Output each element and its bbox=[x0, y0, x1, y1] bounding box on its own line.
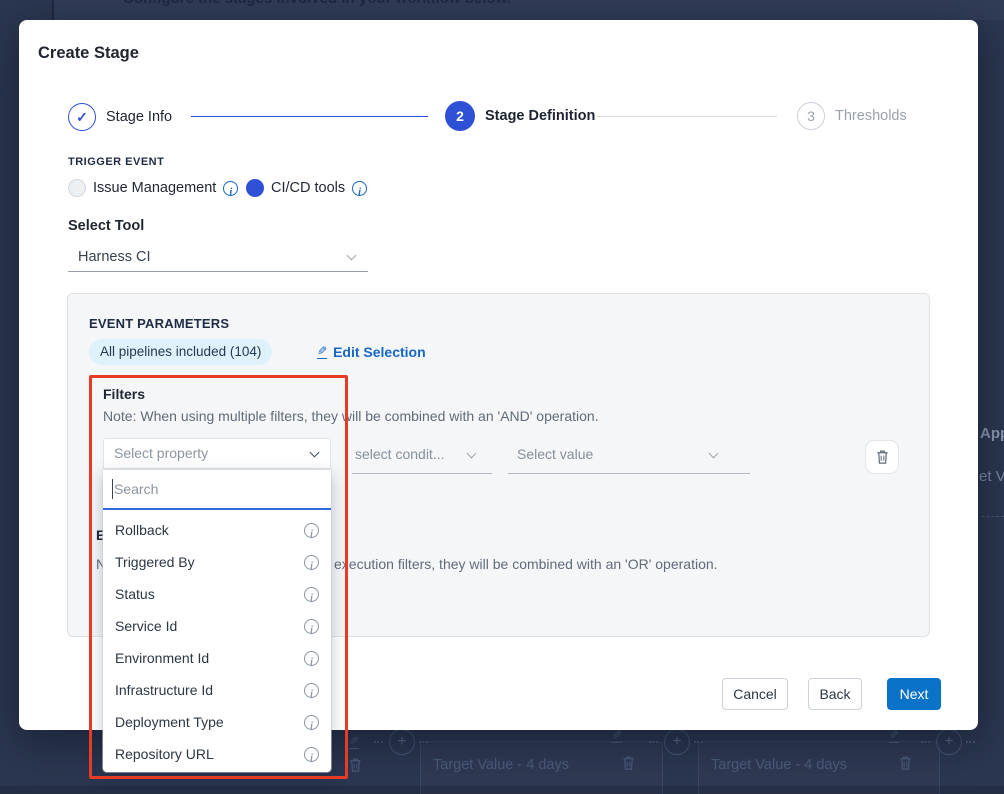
condition-select-underline bbox=[352, 473, 492, 474]
tool-select[interactable]: Harness CI bbox=[68, 244, 368, 272]
item-label: Rollback bbox=[115, 522, 169, 538]
info-icon[interactable] bbox=[352, 181, 367, 196]
background-right-text-fragment: et V bbox=[979, 468, 1004, 485]
item-label: Repository URL bbox=[115, 746, 214, 762]
info-icon[interactable] bbox=[304, 747, 319, 762]
step-number: 2 bbox=[445, 101, 475, 131]
item-label: Infrastructure Id bbox=[115, 682, 213, 698]
item-label: Status bbox=[115, 586, 155, 602]
item-label: Environment Id bbox=[115, 650, 209, 666]
info-icon[interactable] bbox=[304, 651, 319, 666]
dropdown-item-repository-url[interactable]: Repository URL bbox=[103, 738, 331, 770]
radio-icon-selected bbox=[246, 179, 264, 197]
chevron-down-icon bbox=[347, 251, 357, 261]
event-parameters-title: EVENT PARAMETERS bbox=[89, 316, 229, 331]
step-thresholds[interactable]: 3 Thresholds bbox=[797, 101, 907, 131]
dropdown-item-triggered-by[interactable]: Triggered By bbox=[103, 546, 331, 578]
next-button[interactable]: Next bbox=[887, 678, 941, 710]
stage-card-label: Target Value - 4 days bbox=[433, 757, 569, 773]
step-label: Stage Info bbox=[106, 109, 172, 125]
text-cursor bbox=[112, 479, 113, 499]
dropdown-item-status[interactable]: Status bbox=[103, 578, 331, 610]
background-dashed-line bbox=[982, 516, 1004, 517]
add-icon bbox=[664, 729, 690, 755]
background-heading-cutoff: Configure the stages involved in your wo… bbox=[123, 0, 511, 7]
screen: Configure the stages involved in your wo… bbox=[0, 0, 1004, 794]
background-top-strip: Configure the stages involved in your wo… bbox=[0, 0, 1004, 20]
trash-icon bbox=[621, 755, 636, 771]
cancel-button[interactable]: Cancel bbox=[722, 678, 788, 710]
info-icon[interactable] bbox=[304, 715, 319, 730]
info-icon[interactable] bbox=[304, 587, 319, 602]
item-label: Service Id bbox=[115, 618, 177, 634]
dropdown-item-environment-id[interactable]: Environment Id bbox=[103, 642, 331, 674]
dropdown-item-list: Rollback Triggered By Status Service Id … bbox=[103, 514, 331, 770]
radio-label: CI/CD tools bbox=[271, 180, 345, 196]
connector-dash bbox=[966, 741, 975, 743]
trash-icon bbox=[898, 755, 913, 771]
edit-icon bbox=[317, 345, 327, 359]
edit-icon bbox=[612, 729, 622, 743]
edit-icon bbox=[889, 729, 899, 743]
info-icon[interactable] bbox=[304, 683, 319, 698]
dropdown-item-service-id[interactable]: Service Id bbox=[103, 610, 331, 642]
step-number: 3 bbox=[797, 102, 825, 130]
step-stage-info[interactable]: Stage Info bbox=[68, 102, 172, 132]
tool-select-value: Harness CI bbox=[78, 244, 151, 270]
search-input[interactable] bbox=[114, 477, 314, 501]
add-icon bbox=[936, 729, 962, 755]
filters-note: Note: When using multiple filters, they … bbox=[103, 408, 599, 424]
background-right-text-fragment: App bbox=[980, 425, 1004, 442]
radio-cicd-tools[interactable]: CI/CD tools bbox=[246, 178, 367, 198]
filter-value-select[interactable]: Select value bbox=[517, 446, 593, 462]
connector-dash bbox=[649, 741, 658, 743]
connector-dash bbox=[374, 741, 383, 743]
info-icon[interactable] bbox=[304, 523, 319, 538]
edit-selection-link[interactable]: Edit Selection bbox=[317, 344, 426, 360]
pipelines-included-badge: All pipelines included (104) bbox=[89, 339, 272, 365]
filters-title: Filters bbox=[103, 386, 145, 402]
dropdown-item-deployment-type[interactable]: Deployment Type bbox=[103, 706, 331, 738]
info-icon[interactable] bbox=[223, 181, 238, 196]
back-button[interactable]: Back bbox=[808, 678, 862, 710]
select-tool-label: Select Tool bbox=[68, 218, 144, 234]
stage-card-label: Target Value - 4 days bbox=[711, 757, 847, 773]
property-select-placeholder: Select property bbox=[114, 439, 208, 468]
chevron-down-icon bbox=[310, 448, 320, 458]
step-label: Stage Definition bbox=[485, 108, 595, 124]
dropdown-search[interactable] bbox=[103, 470, 331, 510]
execution-filters-note: execution filters, they will be combined… bbox=[334, 556, 718, 572]
property-dropdown-panel: Rollback Triggered By Status Service Id … bbox=[103, 470, 331, 772]
edit-icon bbox=[349, 735, 359, 749]
filter-condition-select[interactable]: select condit... bbox=[355, 446, 445, 462]
trigger-event-label: TRIGGER EVENT bbox=[68, 156, 164, 168]
step-stage-definition[interactable]: 2 Stage Definition bbox=[445, 101, 595, 131]
delete-filter-button[interactable] bbox=[865, 440, 899, 474]
connector-dash bbox=[921, 741, 930, 743]
radio-issue-management[interactable]: Issue Management bbox=[68, 178, 238, 198]
item-label: Deployment Type bbox=[115, 714, 224, 730]
dropdown-item-infrastructure-id[interactable]: Infrastructure Id bbox=[103, 674, 331, 706]
radio-icon bbox=[68, 179, 86, 197]
stepper-connector bbox=[191, 116, 428, 117]
dropdown-item-rollback[interactable]: Rollback bbox=[103, 514, 331, 546]
modal-title: Create Stage bbox=[38, 44, 139, 63]
radio-label: Issue Management bbox=[93, 180, 216, 196]
trash-icon bbox=[348, 757, 363, 773]
info-icon[interactable] bbox=[304, 555, 319, 570]
info-icon[interactable] bbox=[304, 619, 319, 634]
filter-property-select[interactable]: Select property bbox=[103, 438, 331, 469]
value-select-underline bbox=[508, 473, 750, 474]
add-icon bbox=[389, 729, 415, 755]
background-card: Configure the stages involved in your wo… bbox=[53, 0, 1004, 20]
edit-selection-label: Edit Selection bbox=[333, 344, 426, 360]
item-label: Triggered By bbox=[115, 554, 195, 570]
check-icon bbox=[68, 103, 96, 131]
background-bottom-band bbox=[0, 786, 1004, 794]
step-label: Thresholds bbox=[835, 108, 907, 124]
background-divider bbox=[52, 0, 54, 20]
stepper-connector bbox=[597, 116, 777, 117]
background-left-text-fragment: Y bbox=[0, 84, 7, 101]
